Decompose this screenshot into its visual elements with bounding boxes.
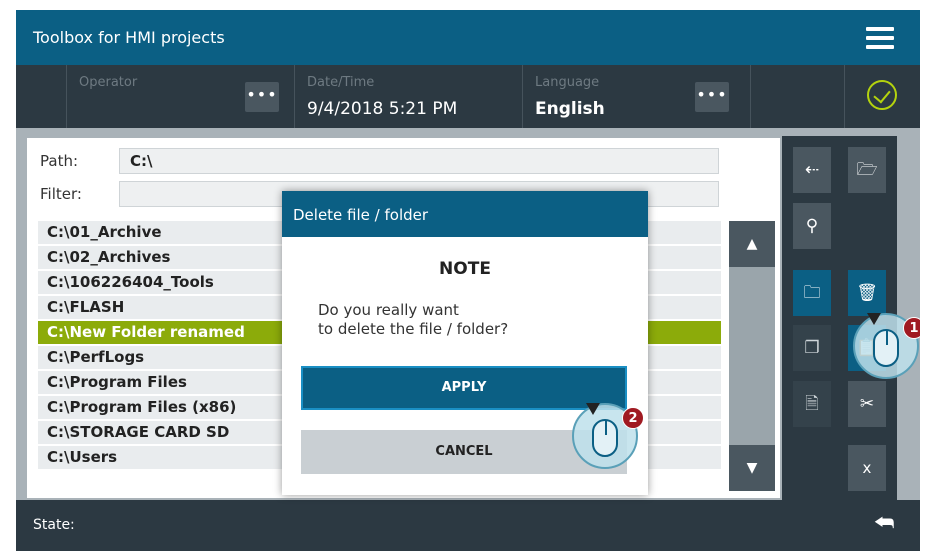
header-bar: Operator ••• Date/Time 9/4/2018 5:21 PM … — [16, 65, 920, 128]
mouse-click-icon: 2 — [572, 403, 644, 469]
dialog-heading: NOTE — [439, 259, 491, 279]
search-icon[interactable]: ⚲ — [793, 203, 831, 249]
new-file-icon[interactable]: 🗎 — [793, 381, 831, 427]
datetime-label: Date/Time — [307, 75, 375, 90]
apply-button[interactable]: APPLY — [301, 366, 627, 410]
path-label: Path: — [40, 152, 79, 170]
status-bar: State: ⮪ — [16, 500, 920, 551]
menu-icon[interactable] — [866, 27, 894, 49]
operator-label: Operator — [79, 75, 138, 90]
return-icon[interactable]: ⮪ — [874, 511, 894, 536]
language-cell: Language English ••• — [522, 65, 750, 128]
close-icon[interactable]: x — [848, 445, 886, 491]
trash-icon[interactable]: 🗑 — [848, 270, 886, 316]
folder-download-icon[interactable]: 🗁 — [848, 147, 886, 193]
dialog-message: Do you really want to delete the file / … — [318, 301, 508, 339]
datetime-value: 9/4/2018 5:21 PM — [307, 99, 458, 119]
callout-badge: 1 — [903, 317, 920, 339]
chevron-up-icon[interactable]: ▲ — [729, 221, 775, 267]
dialog-message-line: to delete the file / folder? — [318, 320, 509, 338]
title-bar: Toolbox for HMI projects — [16, 10, 920, 65]
ok-cell — [844, 65, 920, 128]
back-arrow-icon[interactable]: ⇠ — [793, 147, 831, 193]
filter-label: Filter: — [40, 185, 82, 203]
operator-cell: Operator ••• — [66, 65, 294, 128]
hmi-screen: Toolbox for HMI projects Operator ••• Da… — [16, 10, 920, 551]
header-spacer — [750, 65, 844, 128]
scrollbar[interactable]: ▲ ▼ — [729, 221, 775, 491]
datetime-cell: Date/Time 9/4/2018 5:21 PM — [294, 65, 522, 128]
status-label: State: — [33, 517, 75, 533]
callout-badge: 2 — [622, 407, 644, 429]
copy-icon[interactable]: ❐ — [793, 325, 831, 371]
chevron-down-icon[interactable]: ▼ — [729, 445, 775, 491]
new-folder-icon[interactable]: 🗀 — [793, 270, 831, 316]
dialog-message-line: Do you really want — [318, 301, 459, 319]
dialog-title: Delete file / folder — [282, 191, 648, 237]
path-field[interactable]: C:\ — [119, 148, 719, 174]
language-label: Language — [535, 75, 600, 90]
language-value: English — [535, 99, 605, 119]
check-circle-icon[interactable] — [867, 80, 897, 110]
cut-icon[interactable]: ✂ — [848, 381, 886, 427]
language-more-button[interactable]: ••• — [695, 82, 729, 112]
app-title: Toolbox for HMI projects — [33, 28, 225, 47]
mouse-click-icon: 1 — [853, 313, 920, 379]
operator-more-button[interactable]: ••• — [245, 82, 279, 112]
